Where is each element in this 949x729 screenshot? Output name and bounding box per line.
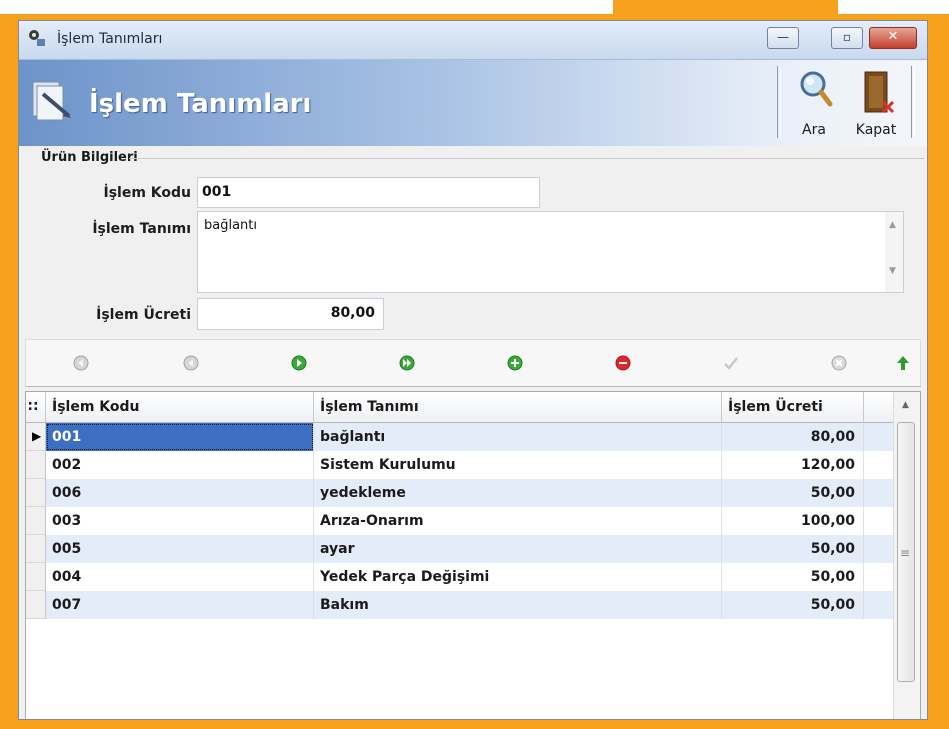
cell-islem-ucreti[interactable]: 100,00 [722, 507, 864, 535]
first-record-button[interactable] [72, 354, 90, 372]
records-grid: ∷ İşlem Kodu İşlem Tanımı İşlem Ücreti ▶… [25, 391, 921, 719]
current-row-icon: ▶ [32, 429, 42, 443]
cell-islem-tanimi[interactable]: ayar [314, 535, 722, 563]
cell-islem-ucreti[interactable]: 120,00 [722, 451, 864, 479]
textarea-scrollbar[interactable]: ▲ ▼ [885, 212, 903, 292]
toolbar-separator [777, 66, 781, 138]
grid-scrollbar[interactable]: ▲ ≡ [893, 392, 920, 719]
cell-islem-kodu[interactable]: 007 [46, 591, 314, 619]
scroll-up-icon[interactable]: ▲ [889, 220, 896, 230]
exit-button-label: Kapat [855, 122, 897, 138]
next-record-button[interactable] [290, 354, 308, 372]
cell-islem-tanimi[interactable]: Bakım [314, 591, 722, 619]
cell-islem-kodu[interactable]: 003 [46, 507, 314, 535]
close-button[interactable]: ✕ [869, 27, 917, 49]
cell-islem-kodu[interactable]: 002 [46, 451, 314, 479]
row-indicator[interactable] [26, 535, 46, 563]
cell-islem-ucreti[interactable]: 50,00 [722, 591, 864, 619]
row-indicator[interactable] [26, 451, 46, 479]
minimize-button[interactable]: — [767, 27, 799, 49]
islem-tanimi-textarea[interactable]: bağlantı ▲ ▼ [197, 211, 904, 293]
minimize-icon: — [777, 30, 789, 44]
islem-kodu-label: İşlem Kodu [103, 185, 191, 201]
refresh-button[interactable] [894, 354, 912, 372]
table-row[interactable]: 006 yedekleme 50,00 [26, 479, 894, 507]
last-record-button[interactable] [398, 354, 416, 372]
islem-ucreti-label: İşlem Ücreti [96, 307, 191, 323]
delete-record-button[interactable] [614, 354, 632, 372]
close-icon: ✕ [887, 29, 899, 44]
table-row[interactable]: 007 Bakım 50,00 [26, 591, 894, 619]
app-icon [29, 30, 45, 46]
row-indicator[interactable] [26, 563, 46, 591]
table-row[interactable]: 005 ayar 50,00 [26, 535, 894, 563]
title-bar[interactable]: İşlem Tanımları — ▫ ✕ [19, 21, 927, 60]
post-edit-button[interactable] [722, 354, 740, 372]
scroll-up-icon[interactable]: ▲ [902, 400, 909, 410]
group-label-urun-bilgileri: Ürün Bilgileri [41, 150, 138, 165]
app-window: İşlem Tanımları — ▫ ✕ İşlem Tanımları Ar… [18, 20, 928, 720]
page-title: İşlem Tanımları [89, 89, 312, 119]
table-row[interactable]: 002 Sistem Kurulumu 120,00 [26, 451, 894, 479]
row-indicator[interactable]: ▶ [26, 423, 46, 451]
maximize-icon: ▫ [842, 30, 852, 44]
background-strip-left [0, 0, 613, 14]
background-strip-right [838, 0, 949, 14]
cell-islem-ucreti[interactable]: 80,00 [722, 423, 864, 451]
cell-islem-kodu[interactable]: 004 [46, 563, 314, 591]
cell-islem-kodu[interactable]: 006 [46, 479, 314, 507]
table-row[interactable]: ▶ 001 bağlantı 80,00 [26, 423, 894, 451]
search-button-label: Ara [802, 122, 826, 138]
cell-islem-tanimi[interactable]: Arıza-Onarım [314, 507, 722, 535]
toolbar-separator [911, 66, 915, 138]
column-header-islem-tanimi[interactable]: İşlem Tanımı [314, 392, 722, 422]
islem-ucreti-field[interactable]: 80,00 [197, 298, 384, 330]
frame-left-edge [0, 14, 8, 729]
cell-islem-kodu[interactable]: 001 [46, 423, 314, 451]
form-edit-icon [32, 81, 71, 121]
islem-tanimi-value: bağlantı [204, 218, 257, 233]
exit-button[interactable]: Kapat [847, 64, 905, 140]
grid-header: ∷ İşlem Kodu İşlem Tanımı İşlem Ücreti [26, 392, 894, 423]
scroll-down-icon[interactable]: ▼ [889, 266, 896, 276]
door-exit-icon [864, 71, 895, 114]
record-navigator [25, 339, 921, 387]
column-header-islem-ucreti[interactable]: İşlem Ücreti [722, 392, 864, 422]
cell-islem-tanimi[interactable]: yedekleme [314, 479, 722, 507]
cell-islem-ucreti[interactable]: 50,00 [722, 563, 864, 591]
table-row[interactable]: 004 Yedek Parça Değişimi 50,00 [26, 563, 894, 591]
islem-kodu-field[interactable]: 001 [197, 177, 540, 208]
cell-islem-ucreti[interactable]: 50,00 [722, 535, 864, 563]
column-header-islem-kodu[interactable]: İşlem Kodu [46, 392, 314, 422]
cell-islem-tanimi[interactable]: bağlantı [314, 423, 722, 451]
window-title: İşlem Tanımları [57, 31, 163, 47]
insert-record-button[interactable] [506, 354, 524, 372]
cell-islem-kodu[interactable]: 005 [46, 535, 314, 563]
search-button[interactable]: Ara [785, 64, 843, 140]
cell-islem-tanimi[interactable]: Yedek Parça Değişimi [314, 563, 722, 591]
row-indicator[interactable] [26, 479, 46, 507]
islem-tanimi-label: İşlem Tanımı [92, 221, 191, 237]
cell-islem-tanimi[interactable]: Sistem Kurulumu [314, 451, 722, 479]
cell-islem-ucreti[interactable]: 50,00 [722, 479, 864, 507]
row-indicator[interactable] [26, 507, 46, 535]
previous-record-button[interactable] [182, 354, 200, 372]
column-grip-icon: ∷ [26, 392, 46, 422]
header-banner: İşlem Tanımları Ara Kapat [19, 60, 927, 146]
group-divider [129, 158, 924, 159]
table-row[interactable]: 003 Arıza-Onarım 100,00 [26, 507, 894, 535]
magnifier-icon [800, 71, 833, 107]
row-indicator[interactable] [26, 591, 46, 619]
scroll-grip-icon: ≡ [900, 546, 911, 560]
cancel-edit-button[interactable] [830, 354, 848, 372]
maximize-button[interactable]: ▫ [831, 27, 863, 49]
